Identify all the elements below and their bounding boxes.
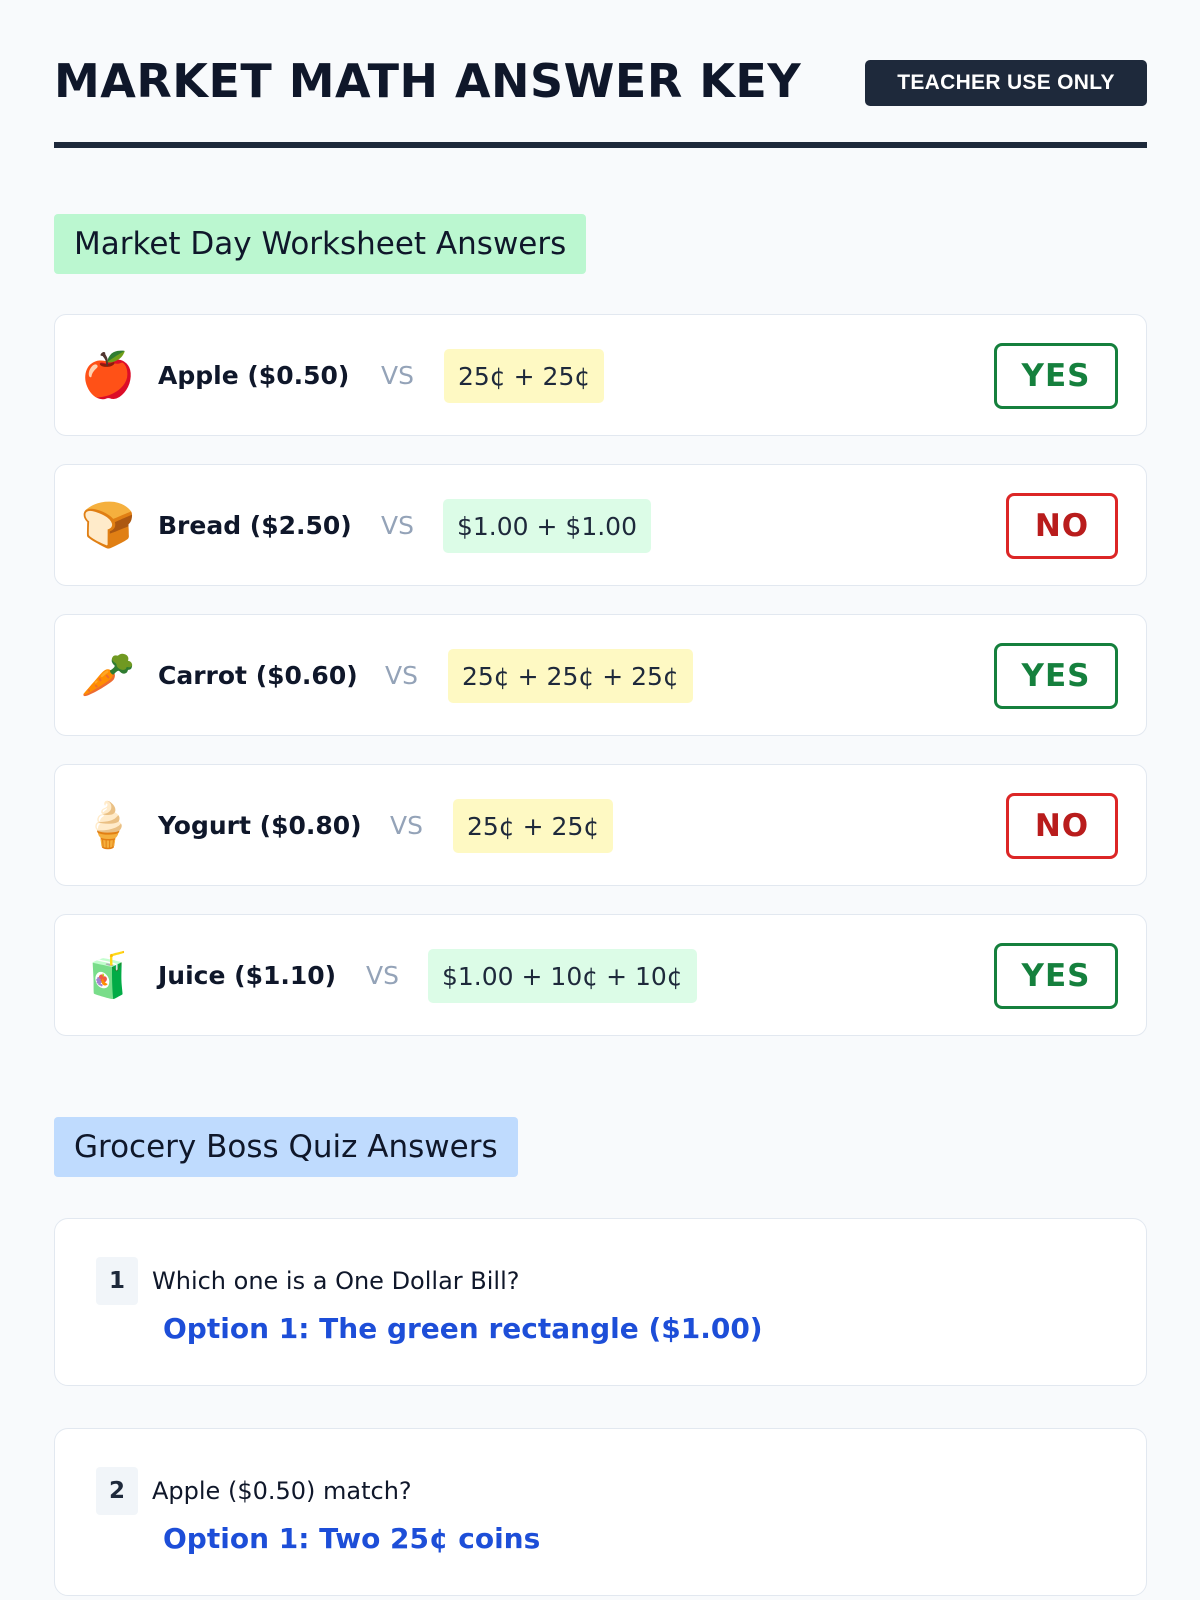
question-text: Which one is a One Dollar Bill? (152, 1267, 520, 1295)
worksheet-row-carrot: 🥕 Carrot ($0.60) VS 25¢ + 25¢ + 25¢ YES (54, 614, 1147, 736)
item-label: Carrot ($0.60) (158, 660, 358, 690)
question-number: 2 (96, 1467, 138, 1515)
worksheet-row-yogurt: 🍦 Yogurt ($0.80) VS 25¢ + 25¢ NO (54, 764, 1147, 886)
question-number: 1 (96, 1257, 138, 1305)
verdict-badge: YES (994, 943, 1118, 1009)
worksheet-row-apple: 🍎 Apple ($0.50) VS 25¢ + 25¢ YES (54, 314, 1147, 436)
bread-icon: 🍞 (80, 500, 136, 551)
worksheet-row-bread: 🍞 Bread ($2.50) VS $1.00 + $1.00 NO (54, 464, 1147, 586)
apple-icon: 🍎 (80, 350, 136, 401)
coin-combination: 25¢ + 25¢ + 25¢ (448, 649, 693, 703)
answer-text: Option 1: Two 25¢ coins (163, 1521, 541, 1555)
coin-combination: 25¢ + 25¢ (453, 799, 614, 853)
page-title: MARKET MATH ANSWER KEY (54, 54, 802, 108)
vs-label: VS (381, 510, 414, 540)
page-header: MARKET MATH ANSWER KEY TEACHER USE ONLY (54, 44, 1147, 148)
vs-label: VS (390, 810, 423, 840)
coin-combination: 25¢ + 25¢ (444, 349, 605, 403)
quiz-item: 2 Apple ($0.50) match? Option 1: Two 25¢… (54, 1428, 1147, 1596)
coin-combination: $1.00 + 10¢ + 10¢ (428, 949, 697, 1003)
question-text: Apple ($0.50) match? (152, 1477, 412, 1505)
ice-cream-icon: 🍦 (80, 800, 136, 851)
answer-text: Option 1: The green rectangle ($1.00) (163, 1311, 763, 1345)
juice-box-icon: 🧃 (80, 950, 136, 1001)
verdict-badge: NO (1006, 793, 1118, 859)
coin-combination: $1.00 + $1.00 (443, 499, 651, 553)
verdict-badge: NO (1006, 493, 1118, 559)
item-label: Bread ($2.50) (158, 510, 352, 540)
worksheet-section-heading: Market Day Worksheet Answers (54, 214, 587, 274)
vs-label: VS (381, 360, 414, 390)
quiz-item: 1 Which one is a One Dollar Bill? Option… (54, 1218, 1147, 1386)
item-label: Yogurt ($0.80) (158, 810, 362, 840)
carrot-icon: 🥕 (80, 650, 136, 701)
teacher-use-badge: TEACHER USE ONLY (865, 60, 1147, 106)
worksheet-row-juice: 🧃 Juice ($1.10) VS $1.00 + 10¢ + 10¢ YES (54, 914, 1147, 1036)
quiz-section-heading: Grocery Boss Quiz Answers (54, 1117, 518, 1177)
item-label: Juice ($1.10) (158, 960, 337, 990)
item-label: Apple ($0.50) (158, 360, 350, 390)
vs-label: VS (366, 960, 399, 990)
verdict-badge: YES (994, 643, 1118, 709)
vs-label: VS (385, 660, 418, 690)
verdict-badge: YES (994, 343, 1118, 409)
